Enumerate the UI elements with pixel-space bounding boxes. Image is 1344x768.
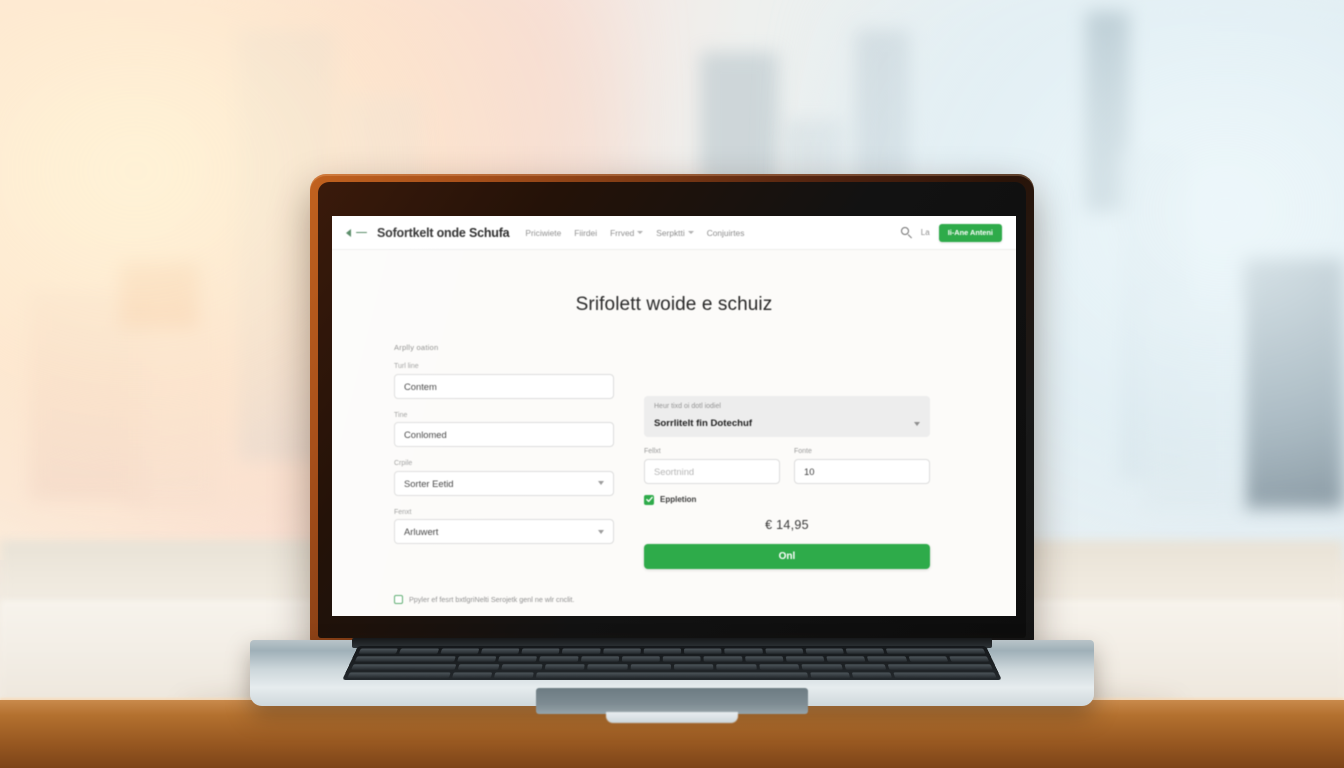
chevron-down-icon [598,529,604,534]
select-value: Sorter Eetid [404,477,454,489]
chevron-down-icon [637,231,644,234]
top-navigation-bar: Sofortkelt onde Schufa Priciwiete Fiirde… [332,216,1016,250]
text-input[interactable]: Contem [394,373,614,399]
nav-mini-label[interactable]: La [921,228,930,237]
nav-cta-button[interactable]: Ii-Ane Anteni [938,223,1002,242]
footer-checkbox[interactable] [394,594,403,604]
chevron-down-icon [687,231,694,234]
panel-select-value: Sorrlitelt fin Dotechuf [654,418,753,429]
left-form-column: Arplly oation Turl line Contem Tine Conl… [394,343,614,569]
back-button[interactable] [346,228,367,237]
laptop-front-notch [606,712,738,723]
page-title: Srifolett woide e schuiz [575,294,773,315]
keyboard-row [351,656,994,662]
search-icon[interactable] [900,227,912,239]
field-label: Fonte [794,448,812,455]
panel-select[interactable]: Sorrlitelt fin Dotechuf [654,418,920,429]
laptop-keyboard [342,646,1002,680]
section-label: Arplly oation [394,343,439,352]
right-form-column: Heur tixd oi dotl iodiel Sorrlitelt fin … [644,343,930,569]
nav-link-1[interactable]: Fiirdei [574,228,597,238]
highlight-panel: Heur tixd oi dotl iodiel Sorrlitelt fin … [644,396,930,437]
field-label: Fenxt [394,508,412,516]
form-columns: Arplly oation Turl line Contem Tine Conl… [332,343,1016,569]
nav-link-label: Conjuirtes [706,227,745,238]
field-fenxt: Fenxt Arluwert [394,508,614,544]
checkbox-label: Eppletion [660,495,697,504]
price-display: € 14,95 [765,517,809,532]
nav-link-4[interactable]: Conjuirtes [707,228,745,238]
keyboard-row [354,648,989,654]
field-row: Fellxt Seortnind Fonte 10 [644,448,930,493]
select-crpile[interactable]: Sorter Eetid [394,470,614,496]
field-label: Turl line [394,363,419,370]
chevron-down-icon [598,481,604,485]
chevron-down-icon [914,421,920,426]
check-icon [645,496,653,503]
laptop-screen: Sofortkelt onde Schufa Priciwiete Fiirde… [332,216,1016,616]
field-label: Tine [394,411,408,419]
nav-links: Priciwiete Fiirdei Frrved Serpktti Conju… [525,228,744,238]
field-tine: Tine Conlomed [394,411,614,447]
select-fenxt[interactable]: Arluwert [394,519,614,544]
field-turl-line: Turl line Contem [394,363,614,399]
submit-button[interactable]: Onl [644,543,930,569]
nav-right-group: La Ii-Ane Anteni [900,223,1002,242]
field-label: Crpile [394,460,413,467]
field-fonte: Fonte 10 [794,448,930,484]
text-input-fellxt[interactable]: Seortnind [644,458,780,484]
keyboard-row [347,664,997,670]
panel-label: Heur tixd oi dotl iodiel [654,403,721,410]
laptop: Sofortkelt onde Schufa Priciwiete Fiirde… [0,0,1344,768]
footer-consent-row[interactable]: Ppyler ef fesrt bxtlgriNelti Serojetk ge… [332,594,1016,604]
dash-icon [356,231,367,234]
brand-title[interactable]: Sofortkelt onde Schufa [377,226,510,240]
footer-text: Ppyler ef fesrt bxtlgriNelti Serojetk ge… [409,594,575,604]
field-crpile: Crpile Sorter Eetid [394,460,614,496]
web-page: Sofortkelt onde Schufa Priciwiete Fiirde… [332,216,1016,616]
nav-link-0[interactable]: Priciwiete [525,228,561,238]
nav-link-label: Fiirdei [574,227,598,238]
nav-link-label: Priciwiete [525,227,562,238]
text-input[interactable]: Conlomed [394,422,614,447]
nav-link-label: Frrved [610,227,635,238]
laptop-trackpad [536,688,808,714]
chevron-left-icon [346,228,351,237]
option-checkbox-row[interactable]: Eppletion [644,494,930,505]
text-input-fonte[interactable]: 10 [794,458,930,484]
select-value: Arluwert [404,526,439,537]
nav-link-2[interactable]: Frrved [610,227,644,238]
nav-link-label: Serpktti [656,227,685,238]
field-fellxt: Fellxt Seortnind [644,448,780,484]
checkbox-checked[interactable] [644,494,654,505]
nav-link-3[interactable]: Serpktti [656,227,694,238]
keyboard-row [343,672,1001,678]
field-label: Fellxt [644,448,661,455]
